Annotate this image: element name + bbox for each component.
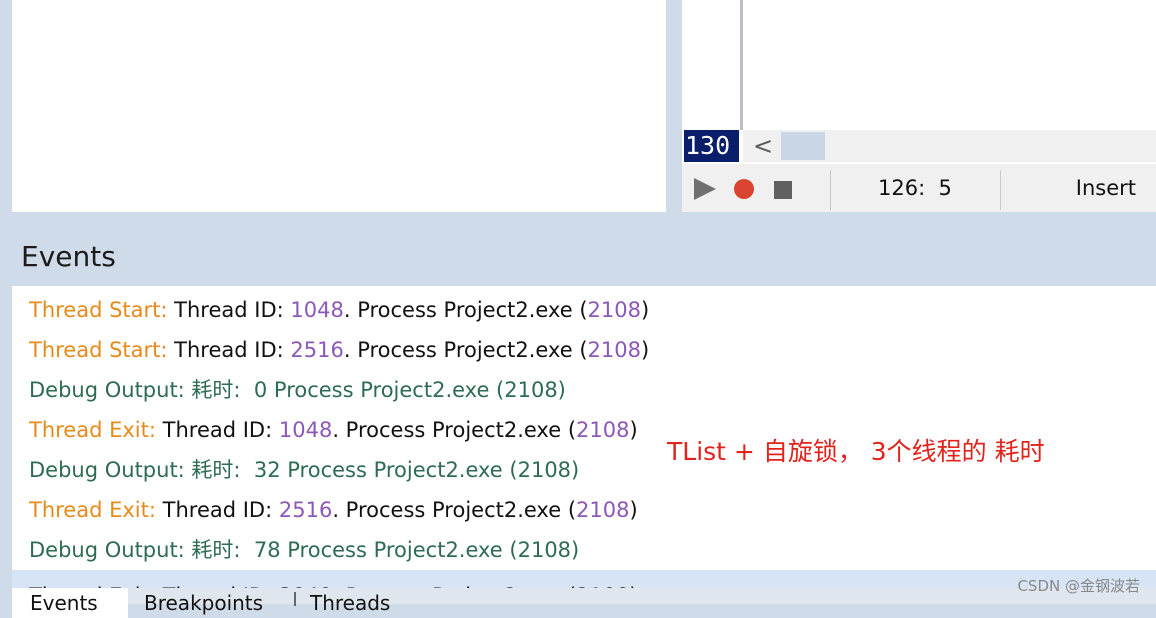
event-text: Thread ID: <box>155 498 279 522</box>
annotation-text: TList + 自旋锁， 3个线程的 耗时 <box>667 437 1045 466</box>
statusbar-divider <box>830 170 831 210</box>
event-row[interactable]: Thread Start: Thread ID: 2516. Process P… <box>29 330 649 370</box>
tab-events[interactable]: Events <box>12 588 128 618</box>
event-text: . Process Project2.exe ( <box>332 498 577 522</box>
event-row[interactable]: Debug Output: 耗时: 32 Process Project2.ex… <box>29 450 579 490</box>
statusbar-divider <box>1000 170 1001 210</box>
event-text: . Process Project2.exe ( <box>343 298 588 322</box>
event-row[interactable]: Debug Output: 耗时: 0 Process Project2.exe… <box>29 370 566 410</box>
insert-mode-indicator[interactable]: Insert <box>1076 164 1136 212</box>
process-id: 2108 <box>576 418 630 442</box>
tab-breakpoints[interactable]: Breakpoints <box>144 588 263 618</box>
tab-threads[interactable]: Threads <box>310 588 390 618</box>
event-text: . Process Project2.exe ( <box>332 418 577 442</box>
scrollbar-thumb[interactable] <box>781 132 825 160</box>
events-title: Events <box>21 240 116 273</box>
event-row[interactable]: Thread Start: Thread ID: 1048. Process P… <box>29 290 649 330</box>
play-icon[interactable] <box>694 178 716 200</box>
bottom-tab-bar: Events Breakpoints Threads <box>12 588 1156 618</box>
events-panel-header: Events <box>0 232 1156 284</box>
event-text: . Process Project2.exe ( <box>343 338 588 362</box>
event-label: Thread Start: <box>29 298 168 322</box>
watermark: CSDN @金钢波若 <box>1017 577 1140 595</box>
event-text: Thread ID: <box>155 418 279 442</box>
stop-icon[interactable] <box>774 181 792 199</box>
event-row[interactable]: Thread Exit: Thread ID: 1048. Process Pr… <box>29 410 638 450</box>
event-text: ) <box>629 498 638 522</box>
cursor-position: 126: 5 <box>878 176 952 200</box>
editor-statusbar: 126: 5 Insert <box>682 164 1156 212</box>
process-id: 2108 <box>576 498 630 522</box>
event-text: ) <box>641 298 650 322</box>
event-text: Thread ID: <box>167 338 291 362</box>
event-text: ) <box>641 338 650 362</box>
process-id: 2108 <box>587 338 641 362</box>
event-text: Thread ID: <box>167 298 291 322</box>
event-label: Thread Exit: <box>29 498 156 522</box>
thread-id: 2516 <box>290 338 344 362</box>
thread-id: 1048 <box>278 418 333 442</box>
thread-id: 1048 <box>290 298 344 322</box>
gutter-divider <box>740 0 743 130</box>
event-label: Thread Start: <box>29 338 168 362</box>
event-row[interactable]: Debug Output: 耗时: 78 Process Project2.ex… <box>29 530 579 570</box>
horizontal-scrollbar[interactable]: < <box>743 130 1156 162</box>
process-id: 2108 <box>587 298 641 322</box>
scroll-left-chevron-icon[interactable]: < <box>753 130 775 162</box>
thread-id: 2516 <box>278 498 333 522</box>
line-number-highlight: 130 <box>684 130 739 162</box>
event-row[interactable]: Thread Exit: Thread ID: 2516. Process Pr… <box>29 490 638 530</box>
record-icon[interactable] <box>734 179 754 199</box>
editor-pane-left[interactable] <box>12 0 666 212</box>
event-label: Thread Exit: <box>29 418 156 442</box>
event-text: ) <box>629 418 638 442</box>
